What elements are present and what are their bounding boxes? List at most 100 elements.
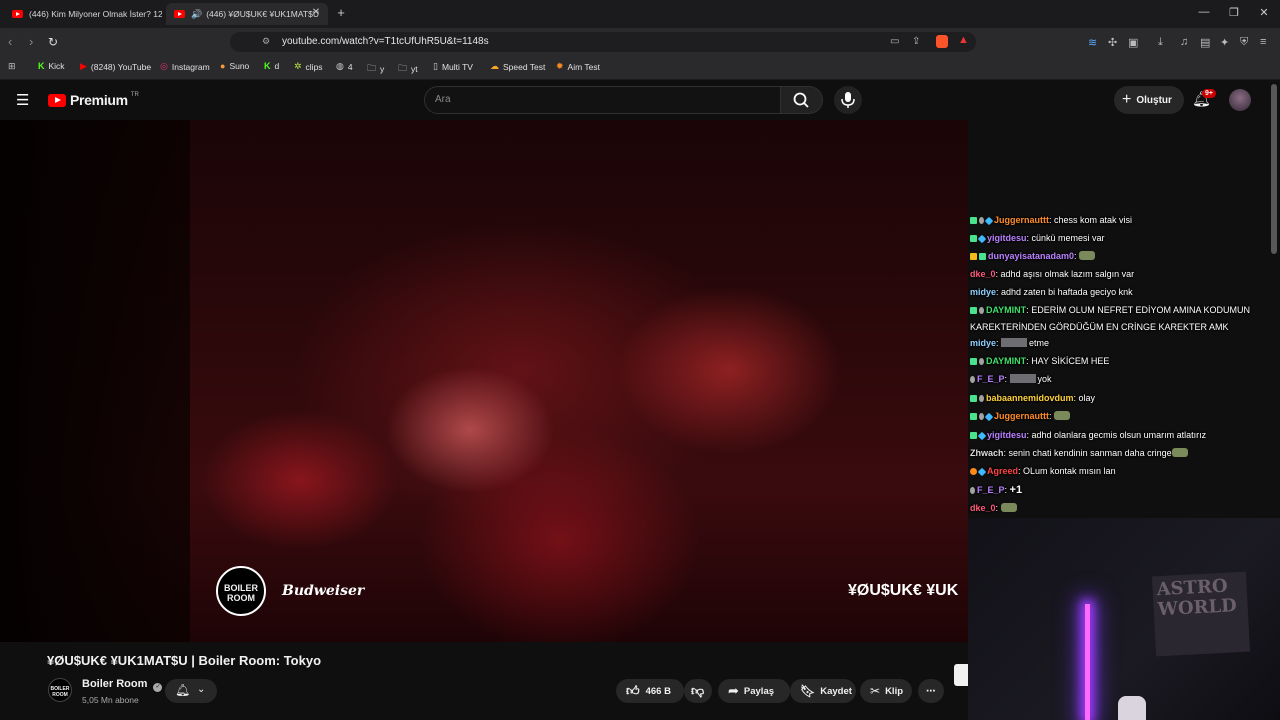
youtube-header: ☰ Premium TR Ara + Oluştur 🔔︎ 9+ bbox=[0, 80, 1280, 120]
emote-icon bbox=[1000, 503, 1017, 512]
guide-menu-icon[interactable]: ☰ bbox=[16, 91, 29, 109]
downloads-icon[interactable]: ⤓ bbox=[1158, 36, 1163, 49]
more-icon: ⋯ bbox=[926, 685, 936, 697]
chat-message: Agreed: OLum kontak mısın lan bbox=[970, 463, 1274, 480]
sidebar-icon[interactable]: ▤ bbox=[1200, 36, 1210, 49]
save-button[interactable]: 🔖︎ Kaydet bbox=[790, 679, 856, 703]
gray-badge-icon bbox=[979, 413, 984, 420]
kick-icon: K bbox=[264, 61, 271, 71]
chat-message: babaannemidovdum: olay bbox=[970, 390, 1274, 407]
music-icon[interactable]: ♫ bbox=[1180, 36, 1188, 48]
screen-cast-icon[interactable]: ▭ bbox=[890, 36, 899, 47]
bookmark-folder-y[interactable]: 🗀 y bbox=[367, 61, 384, 77]
chat-username: Juggernauttt bbox=[994, 411, 1049, 421]
forward-icon[interactable]: › bbox=[29, 34, 33, 49]
suno-icon: ● bbox=[220, 61, 226, 71]
bookmark-multi-tv[interactable]: ▯ Multi TV bbox=[433, 61, 473, 72]
wallet-icon[interactable]: ▣ bbox=[1128, 36, 1138, 49]
bookmark-aim-test[interactable]: ✹ Aim Test bbox=[556, 61, 600, 72]
bookmark-suno[interactable]: ● Suno bbox=[220, 61, 249, 71]
create-label: Oluştur bbox=[1136, 94, 1172, 106]
close-tab-icon[interactable]: ✕ bbox=[308, 7, 324, 18]
green-badge-icon bbox=[970, 217, 977, 224]
youtube-logo[interactable]: Premium TR bbox=[48, 92, 139, 108]
close-window-icon[interactable]: ✕ bbox=[1256, 6, 1272, 19]
chat-message: dunyayisatanadam0: bbox=[970, 248, 1274, 265]
dislike-button[interactable]: 👎︎ bbox=[684, 679, 712, 703]
green-badge-icon bbox=[970, 413, 977, 420]
wall-poster: ASTRO WORLD bbox=[1151, 571, 1251, 657]
new-tab-icon[interactable]: + bbox=[333, 5, 349, 20]
tab-current-video[interactable]: 🔊 (446) ¥ØU$UK€ ¥UK1MAT$U bbox=[166, 3, 328, 25]
chat-message: DAYMINT: HAY SİKİCEM HEE bbox=[970, 353, 1274, 370]
green-badge-icon bbox=[970, 395, 977, 402]
chat-text: adhd aşısı olmak lazım salgın var bbox=[1000, 269, 1135, 279]
bell-icon: 🔔︎ bbox=[175, 683, 191, 697]
bookmark-folder-yt[interactable]: 🗀 yt bbox=[398, 61, 418, 77]
chat-username: Agreed bbox=[987, 466, 1019, 476]
chat-message: Juggernauttt: bbox=[970, 408, 1274, 425]
bookmark-youtube[interactable]: ▶ (8248) YouTube bbox=[80, 61, 151, 72]
clip-button[interactable]: ✂ Klip bbox=[860, 679, 912, 703]
like-button[interactable]: 👍︎ 466 B bbox=[616, 679, 684, 703]
chat-message: Zhwach: senin chati kendinin sanman daha… bbox=[970, 445, 1274, 462]
voice-icon[interactable]: ≋ bbox=[1088, 36, 1097, 49]
cloud-icon: ☁ bbox=[490, 61, 499, 71]
share-arrow-icon: ➦ bbox=[728, 683, 739, 698]
share-button[interactable]: ➦ Paylaş bbox=[718, 679, 790, 703]
bookmark-kick[interactable]: K Kick bbox=[38, 61, 65, 71]
green-badge-icon bbox=[970, 432, 977, 439]
youtube-icon: ▶ bbox=[80, 61, 87, 71]
create-button[interactable]: + Oluştur bbox=[1114, 86, 1184, 114]
brave-rewards-icon[interactable]: ▲ bbox=[958, 34, 969, 46]
chat-message: yigitdesu: adhd olanlara gecmis olsun um… bbox=[970, 427, 1274, 444]
bookmark-speed-test[interactable]: ☁ Speed Test bbox=[490, 61, 545, 72]
tab-kim-milyoner[interactable]: (446) Kim Milyoner Olmak İster? 120 bbox=[4, 3, 162, 25]
bookmark-4[interactable]: ◍ 4 bbox=[336, 61, 353, 72]
more-actions-button[interactable]: ⋯ bbox=[918, 679, 944, 703]
bookmark-instagram[interactable]: ◎ Instagram bbox=[160, 61, 210, 72]
bookmark-d[interactable]: Kd bbox=[264, 61, 279, 71]
chat-message: midye: etme bbox=[970, 338, 1050, 348]
search-input[interactable]: Ara bbox=[424, 86, 781, 114]
chat-username: F_E_P bbox=[977, 485, 1005, 495]
vpn-shield-icon[interactable]: ⛨ bbox=[1240, 36, 1248, 49]
extensions-icon[interactable]: ✣ bbox=[1108, 36, 1117, 49]
leo-ai-icon[interactable]: ✦ bbox=[1220, 36, 1229, 49]
like-count: 466 B bbox=[645, 685, 671, 697]
minimize-icon[interactable]: — bbox=[1196, 6, 1212, 18]
voice-search-button[interactable] bbox=[834, 86, 862, 114]
channel-avatar[interactable]: BOILER ROOM bbox=[48, 678, 72, 702]
chat-username: yigitdesu bbox=[987, 430, 1027, 440]
green-badge-icon bbox=[970, 307, 977, 314]
maximize-icon[interactable]: ❐ bbox=[1226, 6, 1242, 19]
chat-username: Zhwach bbox=[970, 448, 1004, 458]
video-player[interactable]: BOILER ROOM Budweiser ¥ØU$UK€ ¥UK bbox=[0, 120, 968, 642]
share-icon[interactable]: ⇪ bbox=[912, 36, 920, 47]
crown-badge-icon bbox=[970, 253, 977, 260]
apps-grid-icon[interactable]: ⊞ bbox=[8, 61, 20, 72]
menu-icon[interactable]: ≡ bbox=[1260, 36, 1266, 48]
address-bar[interactable]: ⚙ youtube.com/watch?v=T1tcUfUhR5U&t=1148… bbox=[230, 32, 976, 52]
chat-message: DAYMINT: EDERİM OLUM NEFRET EDİYOM AMINA… bbox=[970, 305, 1251, 332]
emote-icon bbox=[1054, 411, 1071, 420]
site-settings-icon[interactable]: ⚙ bbox=[262, 36, 270, 47]
back-icon[interactable]: ‹ bbox=[8, 34, 12, 49]
chat-text: HAY SİKİCEM HEE bbox=[1031, 356, 1110, 366]
folder-icon: 🗀 bbox=[398, 63, 408, 73]
folder-icon: 🗀 bbox=[367, 63, 377, 73]
avatar[interactable] bbox=[1229, 89, 1251, 111]
subscribed-bell-button[interactable]: 🔔︎ ⌄ bbox=[165, 679, 217, 703]
chat-text: etme bbox=[1029, 338, 1050, 348]
side-panel-tab[interactable] bbox=[954, 664, 968, 686]
chat-text: OLum kontak mısın lan bbox=[1023, 466, 1116, 476]
chat-text: yok bbox=[1037, 374, 1052, 384]
notification-count-badge: 9+ bbox=[1202, 89, 1216, 98]
reload-icon[interactable]: ↻ bbox=[48, 35, 58, 49]
channel-name[interactable]: Boiler Room ✓ bbox=[82, 678, 163, 692]
brave-shields-icon[interactable] bbox=[936, 35, 948, 48]
search-button[interactable] bbox=[781, 86, 823, 114]
blue-badge-icon bbox=[977, 467, 987, 477]
chat-username: dke_0 bbox=[970, 503, 996, 513]
bookmark-clips[interactable]: ✲ clips bbox=[294, 61, 323, 72]
